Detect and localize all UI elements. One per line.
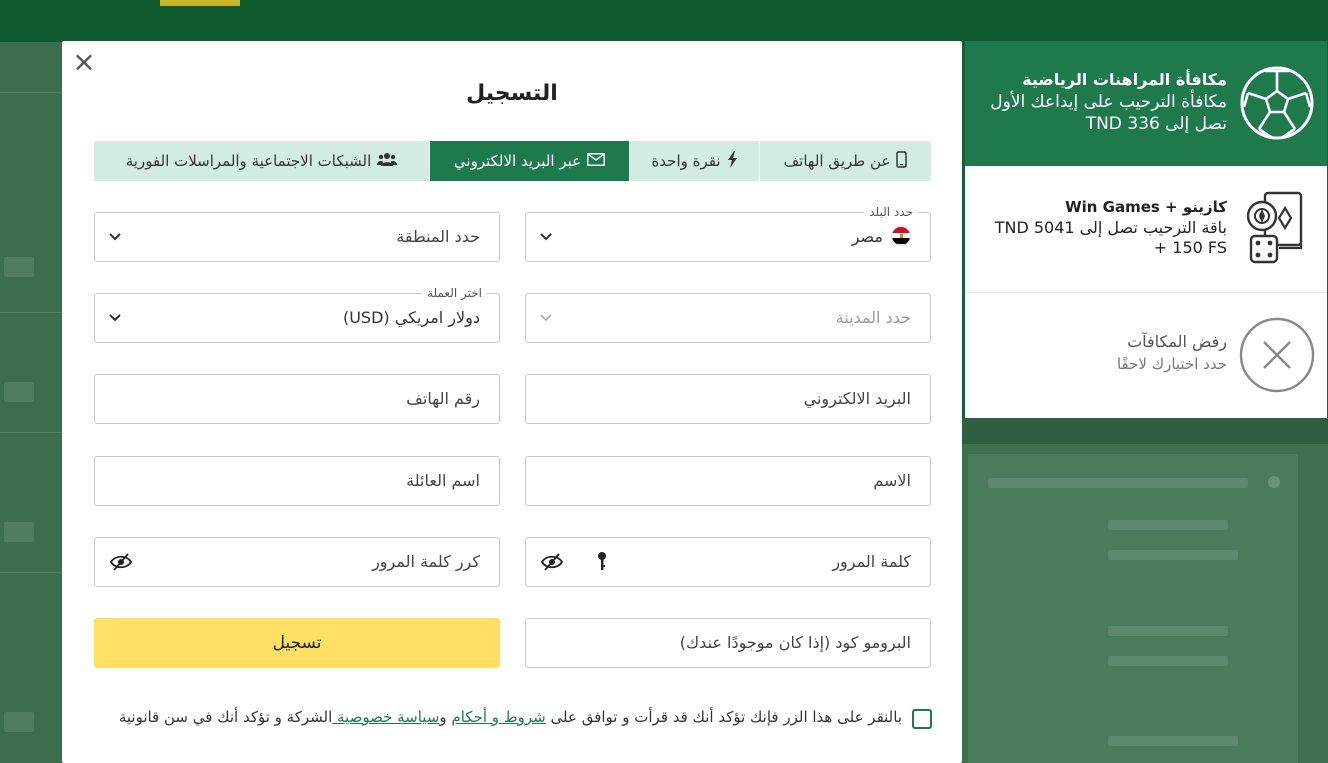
background-right-column <box>962 418 1328 763</box>
close-circle-icon <box>1239 317 1315 393</box>
background-line <box>1108 656 1228 666</box>
first-name-field[interactable]: الاسم <box>525 456 931 506</box>
football-icon <box>1239 65 1315 141</box>
bonus-option-sport[interactable]: مكافأة المراهنات الرياضية مكافأة الترحيب… <box>965 41 1327 166</box>
bonus-refuse-desc: حدد اختيارك لاحقًا <box>1116 355 1227 373</box>
bonus-option-refuse[interactable]: رفض المكافآت حدد اختيارك لاحقًا <box>965 293 1327 418</box>
key-icon[interactable] <box>596 551 608 573</box>
tab-one-click[interactable]: نقرة واحدة <box>629 141 759 181</box>
tab-label: عبر البريد الالكتروني <box>453 152 582 170</box>
phone-icon <box>896 150 908 172</box>
bonus-casino-desc: باقة الترحيب تصل إلى 5041 TND + 150 FS <box>994 218 1227 257</box>
background-strip <box>962 418 1328 444</box>
chevron-down-icon <box>109 233 121 241</box>
chevron-down-icon <box>540 233 552 241</box>
tab-phone[interactable]: عن طريق الهاتف <box>759 141 931 181</box>
close-icon[interactable]: × <box>72 48 96 76</box>
confirm-password-field[interactable]: كرر كلمة المرور <box>94 537 500 587</box>
lightning-icon <box>727 150 738 172</box>
tab-social[interactable]: الشبكات الاجتماعية والمراسلات الفورية <box>93 141 429 181</box>
country-value: مصر <box>851 227 883 246</box>
egypt-flag-icon <box>891 225 911 246</box>
background-divider <box>0 92 62 93</box>
terms-conditions-link[interactable]: شروط و أحكام <box>451 708 545 726</box>
last-name-field[interactable]: اسم العائلة <box>94 456 500 506</box>
currency-select[interactable]: اختر العملة دولار امريكي (USD) <box>94 286 500 343</box>
background-header <box>0 0 1328 42</box>
background-divider <box>0 312 62 313</box>
background-panel <box>968 454 1298 763</box>
first-name-placeholder: الاسم <box>873 471 911 490</box>
chevron-down-icon <box>540 314 552 322</box>
phone-field[interactable]: رقم الهاتف <box>94 374 500 424</box>
bonus-casino-text: كازينو + Win Games باقة الترحيب تصل إلى … <box>987 196 1227 258</box>
tab-label: الشبكات الاجتماعية والمراسلات الفورية <box>125 152 372 170</box>
country-value-wrap: مصر <box>852 213 911 261</box>
phone-placeholder: رقم الهاتف <box>406 389 480 408</box>
email-placeholder: البريد الالكتروني <box>803 389 911 408</box>
terms-text: بالنقر على هذا الزر فإنك تؤكد أنك قد قرأ… <box>112 707 902 729</box>
background-dot <box>1268 476 1280 488</box>
confirm-password-placeholder: كرر كلمة المرور <box>372 552 480 571</box>
tab-label: نقرة واحدة <box>651 152 721 170</box>
background-chip <box>4 257 34 277</box>
terms-checkbox[interactable] <box>912 709 932 729</box>
background-header-accent <box>160 0 240 6</box>
promo-placeholder: البرومو كود (إذا كان موجودًا عندك) <box>679 633 911 652</box>
terms-row: بالنقر على هذا الزر فإنك تؤكد أنك قد قرأ… <box>102 707 932 729</box>
chevron-down-icon <box>109 314 121 322</box>
register-button[interactable]: تسجيل <box>94 618 500 668</box>
registration-modal: × التسجيل عن طريق الهاتف نقرة واحدة عبر … <box>62 41 962 763</box>
city-placeholder: حدد المدينة <box>835 308 911 327</box>
background-left-column <box>0 42 62 763</box>
bonus-panel: مكافأة المراهنات الرياضية مكافأة الترحيب… <box>965 41 1327 418</box>
tab-label: عن طريق الهاتف <box>783 152 891 170</box>
bonus-refuse-text: رفض المكافآت حدد اختيارك لاحقًا <box>987 331 1227 375</box>
bonus-sport-desc: مكافأة الترحيب على إيداعك الأول تصل إلى … <box>990 92 1227 134</box>
promo-code-field[interactable]: البرومو كود (إذا كان موجودًا عندك) <box>525 618 931 668</box>
city-select[interactable]: حدد المدينة <box>525 293 931 343</box>
bonus-option-casino[interactable]: كازينو + Win Games باقة الترحيب تصل إلى … <box>965 166 1327 293</box>
modal-title: التسجيل <box>466 81 558 106</box>
password-field[interactable]: كلمة المرور <box>525 537 931 587</box>
cards-dice-icon <box>1239 190 1315 266</box>
last-name-placeholder: اسم العائلة <box>406 471 480 490</box>
background-line <box>1108 520 1228 530</box>
country-select[interactable]: حدد البلد مصر <box>525 205 931 262</box>
privacy-policy-link[interactable]: سياسة خصوصية <box>332 708 439 726</box>
background-line <box>1108 736 1238 746</box>
terms-text-part: و <box>439 708 452 726</box>
background-chip <box>4 712 34 732</box>
background-line <box>988 478 1248 488</box>
background-chip <box>4 382 34 402</box>
password-placeholder: كلمة المرور <box>832 552 911 571</box>
users-icon <box>377 152 398 171</box>
background-divider <box>0 432 62 433</box>
eye-off-icon[interactable] <box>541 552 563 572</box>
envelope-icon <box>587 152 605 170</box>
terms-text-part: بالنقر على هذا الزر فإنك تؤكد أنك قد قرأ… <box>545 708 902 726</box>
email-field[interactable]: البريد الالكتروني <box>525 374 931 424</box>
tab-email[interactable]: عبر البريد الالكتروني <box>429 141 629 181</box>
background-line <box>1108 550 1238 560</box>
eye-off-icon[interactable] <box>110 552 132 572</box>
region-select[interactable]: حدد المنطقة <box>94 212 500 262</box>
bonus-casino-title: كازينو + Win Games <box>1065 198 1227 216</box>
bonus-refuse-title: رفض المكافآت <box>1127 332 1227 351</box>
terms-text-part: الشركة و تؤكد أنك في سن قانونية <box>118 708 333 726</box>
background-line <box>1108 626 1228 636</box>
bonus-sport-text: مكافأة المراهنات الرياضية مكافأة الترحيب… <box>987 69 1227 135</box>
bonus-sport-title: مكافأة المراهنات الرياضية <box>1022 70 1227 89</box>
background-chip <box>4 522 34 542</box>
background-divider <box>0 572 62 573</box>
region-placeholder: حدد المنطقة <box>396 227 480 246</box>
registration-tabs: عن طريق الهاتف نقرة واحدة عبر البريد الا… <box>93 141 931 181</box>
currency-value: دولار امريكي (USD) <box>342 308 480 327</box>
